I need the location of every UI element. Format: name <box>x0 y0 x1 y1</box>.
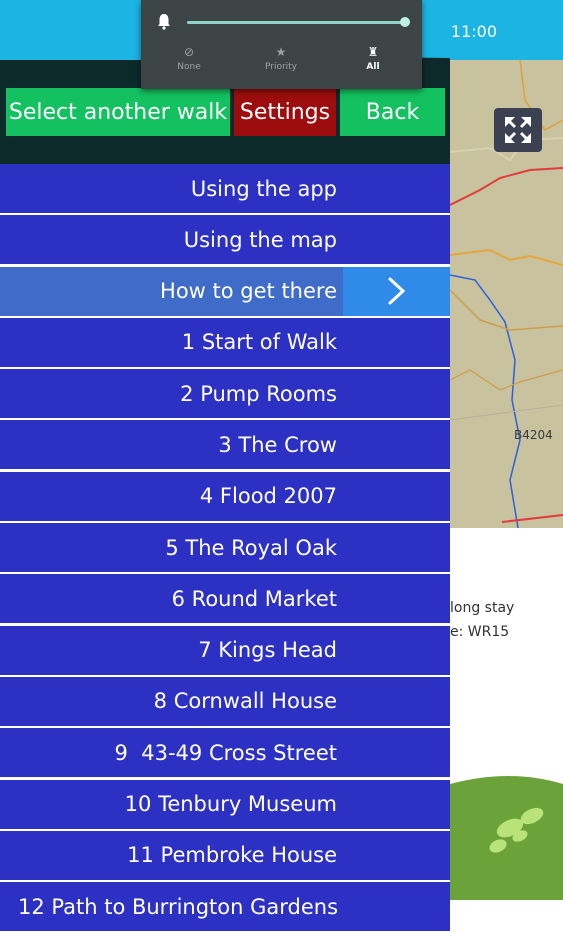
mode-priority-button[interactable]: ★ Priority <box>251 44 311 72</box>
menu-item-round-market[interactable]: 6 Round Market <box>0 574 450 624</box>
open-item-button[interactable] <box>343 266 450 316</box>
menu-item-label: 1 Start of Walk <box>181 330 337 355</box>
walk-menu-list: Using the app Using the map How to get t… <box>0 164 450 933</box>
menu-item-using-app[interactable]: Using the app <box>0 164 450 213</box>
footprints-logo <box>450 776 563 900</box>
mode-none-button[interactable]: ⊘ None <box>159 44 219 72</box>
menu-item-label: Using the map <box>183 227 337 252</box>
map-road-label: B4204 <box>514 428 553 442</box>
menu-item-cornwall-house[interactable]: 8 Cornwall House <box>0 676 450 726</box>
info-line-2: e: WR15 <box>450 624 510 640</box>
select-another-walk-button[interactable]: Select another walk <box>6 88 230 136</box>
menu-item-pump-rooms[interactable]: 2 Pump Rooms <box>0 369 450 419</box>
menu-item-label: 6 Round Market <box>171 586 337 611</box>
menu-item-flood-2007[interactable]: 4 Flood 2007 <box>0 471 450 521</box>
chevron-right-icon <box>388 277 405 305</box>
no-interruptions-icon: ⊘ <box>183 45 195 59</box>
menu-item-label: 7 Kings Head <box>198 638 337 663</box>
menu-item-pembroke-house[interactable]: 11 Pembroke House <box>0 830 450 880</box>
menu-item-start-of-walk[interactable]: 1 Start of Walk <box>0 317 450 367</box>
menu-item-kings-head[interactable]: 7 Kings Head <box>0 625 450 675</box>
menu-item-cross-street[interactable]: 9 43-49 Cross Street <box>0 728 450 778</box>
menu-item-label: 12 Path to Burrington Gardens <box>18 894 339 919</box>
bell-icon <box>158 14 170 30</box>
menu-item-label: 9 43-49 Cross Street <box>114 740 337 765</box>
menu-item-path-to-burrington[interactable]: 12 Path to Burrington Gardens <box>0 882 450 932</box>
menu-item-label: 5 The Royal Oak <box>165 535 337 560</box>
notification-volume-panel: ⊘ None ★ Priority ♜ All <box>141 0 422 89</box>
back-button[interactable]: Back <box>340 88 445 136</box>
info-text: long stay e: WR15 <box>450 596 563 644</box>
fullscreen-expand-button[interactable] <box>494 108 542 152</box>
menu-item-label: How to get there <box>160 279 337 304</box>
menu-item-royal-oak[interactable]: 5 The Royal Oak <box>0 523 450 573</box>
status-clock: 11:00 <box>450 22 497 41</box>
mode-all-button[interactable]: ♜ All <box>343 44 403 72</box>
volume-slider-thumb[interactable] <box>400 17 410 27</box>
settings-button[interactable]: Settings <box>234 88 336 136</box>
menu-item-label: 2 Pump Rooms <box>180 381 337 406</box>
menu-item-label: 10 Tenbury Museum <box>124 792 337 817</box>
menu-item-label: 8 Cornwall House <box>153 689 337 714</box>
all-notifications-icon: ♜ <box>367 45 379 59</box>
mode-all-label: All <box>366 62 380 72</box>
menu-item-tenbury-museum[interactable]: 10 Tenbury Museum <box>0 779 450 829</box>
menu-item-label: Using the app <box>190 176 337 201</box>
expand-arrows-icon <box>505 117 531 143</box>
star-icon: ★ <box>275 45 287 59</box>
menu-item-how-to-get-there[interactable]: How to get there <box>0 266 450 316</box>
mode-priority-label: Priority <box>264 62 298 72</box>
menu-item-label: 11 Pembroke House <box>127 843 337 868</box>
menu-item-using-map[interactable]: Using the map <box>0 215 450 265</box>
info-line-1: long stay <box>450 600 515 616</box>
menu-item-label: 3 The Crow <box>218 432 337 457</box>
menu-item-label: 4 Flood 2007 <box>199 484 337 509</box>
volume-slider-track[interactable] <box>187 21 405 24</box>
mode-none-label: None <box>177 62 201 72</box>
menu-item-the-crow[interactable]: 3 The Crow <box>0 420 450 470</box>
